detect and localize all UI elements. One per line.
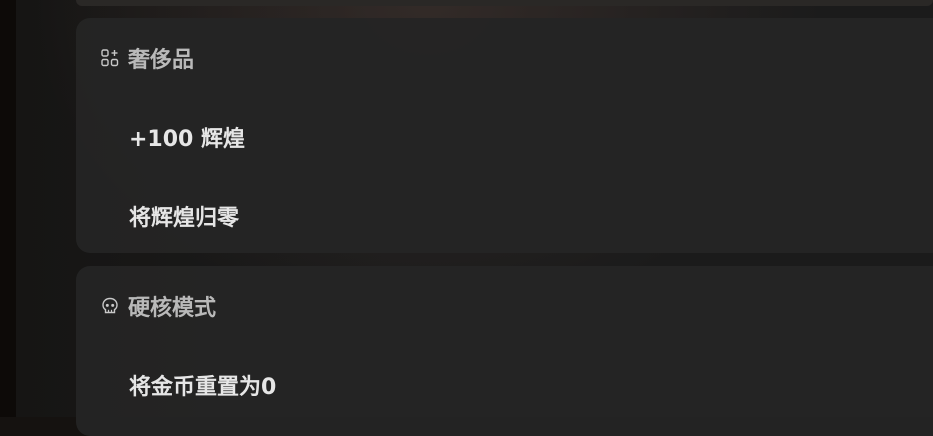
add-100-glory-button[interactable]: +100 辉煌 [129,121,245,153]
grid-plus-icon [100,48,120,68]
hardcore-section-card: 硬核模式 将金币重置为0 [76,266,933,436]
hardcore-section-title: 硬核模式 [128,296,217,321]
reset-gold-button[interactable]: 将金币重置为0 [129,369,276,401]
luxury-section-header: 奢侈品 [100,42,194,74]
window-edge [0,0,16,417]
reset-glory-button[interactable]: 将辉煌归零 [129,200,239,232]
hardcore-section-header: 硬核模式 [100,290,216,322]
skull-icon [100,296,120,316]
luxury-section-title: 奢侈品 [128,48,195,73]
previous-card-edge [76,0,933,6]
luxury-section-card: 奢侈品 +100 辉煌 将辉煌归零 [76,18,933,253]
